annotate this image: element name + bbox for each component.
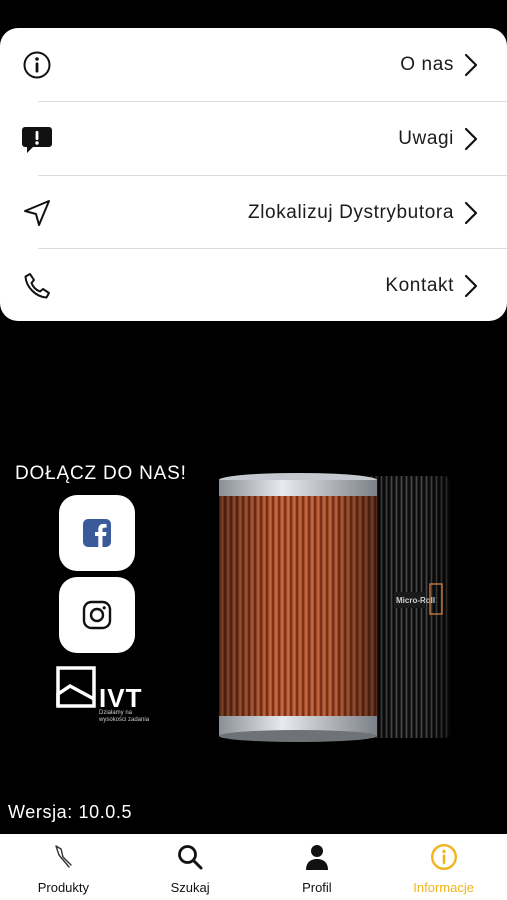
bottom-tab-bar: Produkty Szukaj Profil Informacje [0, 834, 507, 900]
tab-profile[interactable]: Profil [254, 834, 381, 900]
join-us-heading: DOŁĄCZ DO NAS! [15, 463, 187, 484]
tab-search[interactable]: Szukaj [127, 834, 254, 900]
search-icon [178, 845, 203, 870]
tab-label: Szukaj [170, 880, 210, 895]
instagram-icon [82, 600, 112, 630]
tab-products[interactable]: Produkty [0, 834, 127, 900]
pen-tool-icon [55, 845, 73, 868]
info-menu-card: O nas Uwagi Zlokalizuj Dystrybutora Kont… [0, 28, 507, 321]
brand-tagline: Działamy na wysokości zadania [99, 710, 150, 723]
chevron-right-icon [464, 127, 478, 150]
chevron-right-icon [464, 53, 478, 76]
info-icon [20, 48, 54, 82]
menu-item-contact[interactable]: Kontakt [0, 249, 507, 321]
person-icon [305, 845, 328, 870]
feedback-bubble-icon [20, 122, 54, 156]
svg-text:Micro-Roll: Micro-Roll [396, 596, 435, 605]
tab-information[interactable]: Informacje [380, 834, 507, 900]
menu-item-feedback[interactable]: Uwagi [0, 102, 507, 175]
menu-item-locate-distributor[interactable]: Zlokalizuj Dystrybutora [0, 176, 507, 249]
app-version: Wersja: 10.0.5 [8, 802, 133, 822]
info-icon [430, 843, 457, 871]
tab-label: Informacje [413, 880, 474, 895]
chevron-right-icon [464, 201, 478, 224]
facebook-icon [83, 519, 111, 547]
chevron-right-icon [464, 274, 478, 297]
menu-item-label: Uwagi [398, 127, 454, 149]
menu-item-about[interactable]: O nas [0, 28, 507, 101]
facebook-button[interactable] [59, 495, 135, 571]
ivt-logo: IVT Działamy na wysokości zadania [56, 663, 156, 738]
tab-label: Profil [302, 880, 332, 895]
tab-label: Produkty [37, 880, 90, 895]
product-image: Micro-Roll [219, 473, 450, 742]
location-arrow-icon [20, 196, 54, 230]
menu-item-label: Kontakt [385, 274, 454, 296]
menu-item-label: O nas [400, 53, 454, 75]
phone-icon [20, 269, 54, 303]
instagram-button[interactable] [59, 577, 135, 653]
menu-item-label: Zlokalizuj Dystrybutora [248, 201, 454, 223]
